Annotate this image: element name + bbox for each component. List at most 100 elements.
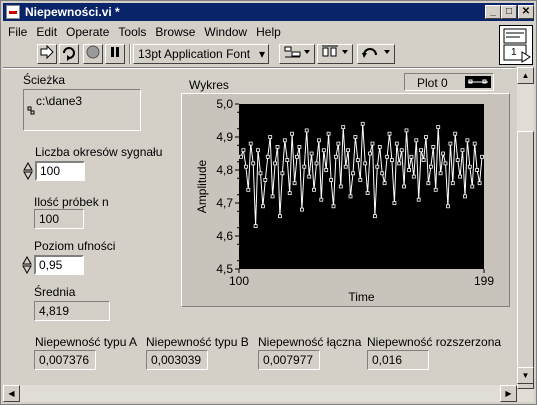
data-point	[387, 131, 392, 136]
data-point	[368, 151, 372, 156]
data-point	[248, 141, 253, 146]
data-point	[448, 141, 453, 146]
data-point	[287, 191, 292, 195]
title-bar[interactable]: Niepewności.vi * _ □ ✕	[3, 3, 534, 21]
pause-button[interactable]	[105, 44, 125, 64]
data-point	[348, 194, 353, 199]
data-point	[365, 191, 370, 195]
data-point	[411, 174, 416, 179]
data-point	[304, 128, 309, 133]
uncert-exp-label: Niepewność rozszerzona	[367, 335, 502, 349]
data-point	[402, 184, 407, 189]
run-arrow-icon	[40, 44, 54, 60]
minimize-button[interactable]: _	[485, 5, 501, 19]
data-point	[297, 145, 302, 149]
waveform-graph[interactable]: 4,54,64,74,84,95,0100 199TimeAmplitude	[182, 94, 509, 306]
data-point	[253, 224, 258, 229]
menu-operate[interactable]: Operate	[61, 23, 113, 39]
uncert-exp-indicator: 0,016	[367, 350, 429, 370]
periods-stepper[interactable]	[23, 162, 33, 180]
menu-browse[interactable]: Browse	[150, 23, 199, 39]
font-dropdown[interactable]: 13pt Application Font ▾	[133, 44, 269, 64]
data-point	[428, 164, 433, 169]
data-point	[470, 184, 475, 189]
data-point	[389, 158, 394, 162]
close-button[interactable]: ✕	[518, 5, 534, 19]
data-point	[351, 171, 355, 176]
y-tick-label: 4,7	[216, 196, 233, 210]
run-continuously-button[interactable]	[59, 44, 79, 64]
horizontal-scrollbar[interactable]: ◀ ▶	[3, 385, 517, 402]
abort-button[interactable]	[83, 44, 103, 64]
data-point	[453, 131, 458, 136]
legend-plot-name: Plot 0	[417, 76, 448, 90]
data-point	[302, 164, 307, 169]
run-button[interactable]	[37, 44, 57, 64]
data-point	[341, 125, 346, 130]
uncert-b-label: Niepewność typu B	[146, 335, 249, 349]
data-point	[394, 141, 399, 146]
data-point	[414, 138, 419, 143]
distribute-objects-button[interactable]	[317, 44, 353, 64]
data-point	[246, 187, 251, 192]
data-point	[300, 207, 304, 212]
x-tick-label: 100	[229, 274, 249, 288]
distribute-icon	[322, 45, 348, 57]
align-icon	[284, 46, 310, 58]
data-point	[407, 168, 411, 172]
connector-pane-icon[interactable]: 1	[499, 25, 533, 65]
samples-indicator: 100	[34, 209, 84, 229]
menu-help[interactable]: Help	[251, 23, 285, 39]
vi-window: Niepewności.vi * _ □ ✕ File Edit Operate To…	[0, 0, 537, 405]
maximize-button[interactable]: □	[501, 5, 517, 19]
y-tick-label: 4,9	[216, 130, 233, 144]
x-tick-label: 199	[474, 274, 494, 288]
y-tick-label: 4,6	[216, 229, 233, 243]
data-point	[239, 154, 243, 159]
menu-file[interactable]: File	[3, 23, 31, 39]
data-point	[319, 197, 324, 202]
menu-tools[interactable]: Tools	[113, 23, 150, 39]
data-point	[353, 135, 358, 139]
scroll-up-arrow-icon[interactable]: ▲	[517, 67, 534, 84]
confidence-stepper[interactable]	[22, 256, 32, 274]
data-point	[273, 161, 277, 166]
scroll-right-arrow-icon[interactable]: ▶	[500, 385, 517, 402]
scroll-left-arrow-icon[interactable]: ◀	[3, 385, 20, 402]
data-point	[309, 151, 314, 156]
scroll-down-arrow-icon[interactable]: ▼	[517, 367, 534, 384]
vertical-scroll-thumb[interactable]	[517, 131, 534, 389]
data-point	[421, 158, 426, 162]
data-point	[338, 184, 343, 189]
menu-window[interactable]: Window	[199, 23, 251, 39]
data-point	[263, 178, 268, 182]
legend-plot-swatch	[465, 76, 491, 88]
data-point	[331, 204, 336, 209]
menu-edit[interactable]: Edit	[31, 23, 61, 39]
data-point	[465, 138, 470, 143]
data-point	[441, 151, 446, 156]
data-point	[261, 204, 265, 209]
x-axis-label: Time	[348, 290, 375, 304]
data-point	[397, 161, 402, 166]
periods-input[interactable]: 100	[35, 161, 85, 181]
data-point	[382, 181, 387, 186]
data-point	[404, 128, 409, 133]
data-point	[472, 141, 477, 146]
align-objects-button[interactable]	[279, 44, 315, 64]
confidence-input[interactable]: 0,95	[34, 255, 84, 275]
reorder-button[interactable]	[357, 44, 395, 64]
abort-icon	[86, 45, 100, 59]
y-axis-label: Amplitude	[195, 160, 209, 214]
data-point	[295, 154, 299, 159]
window-title: Niepewności.vi *	[25, 5, 120, 19]
mean-indicator: 4,819	[34, 301, 110, 321]
y-tick-label: 5,0	[216, 97, 233, 111]
periods-label: Liczba okresów sygnału	[35, 145, 163, 159]
data-point	[270, 194, 275, 199]
data-point	[480, 154, 484, 159]
data-point	[316, 138, 321, 143]
vertical-scrollbar[interactable]: ▲ ▼	[517, 67, 534, 402]
y-tick-label: 4,8	[216, 163, 233, 177]
plot-legend[interactable]: Plot 0	[404, 73, 494, 91]
